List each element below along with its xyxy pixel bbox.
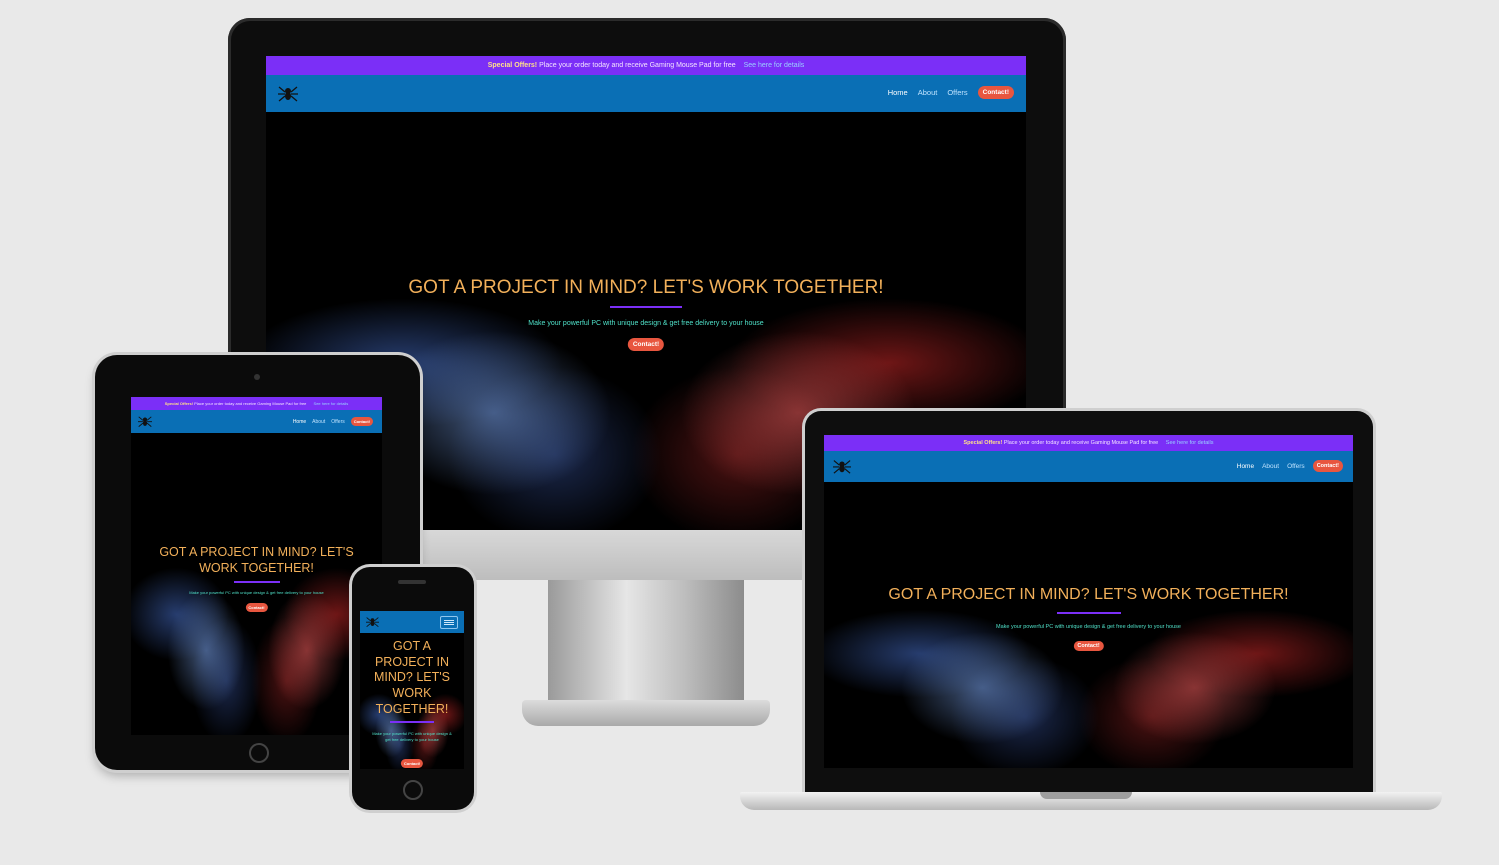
phone-speaker <box>398 580 426 584</box>
promo-bar: Special Offers! Place your order today a… <box>131 397 382 410</box>
phone-screen: GOT A PROJECT IN MIND? LET'S WORK TOGETH… <box>360 611 464 769</box>
hero-divider <box>233 581 280 583</box>
nav-contact-button[interactable]: Contact! <box>350 417 373 426</box>
hero-divider <box>1056 612 1121 614</box>
tablet-home-button <box>249 743 269 763</box>
spider-logo-icon[interactable] <box>138 414 152 428</box>
nav-contact-button[interactable]: Contact! <box>977 86 1014 99</box>
navbar <box>360 611 464 633</box>
tablet-screen: Special Offers! Place your order today a… <box>131 397 382 735</box>
tablet-camera <box>254 374 260 380</box>
hamburger-icon[interactable] <box>440 616 458 629</box>
hero-title: GOT A PROJECT IN MIND? LET'S WORK TOGETH… <box>159 545 354 575</box>
navbar: Home About Offers Contact! <box>824 451 1353 482</box>
hero-contact-button[interactable]: Contact! <box>245 603 268 612</box>
hero-divider <box>390 721 434 723</box>
spider-logo-icon[interactable] <box>833 457 851 475</box>
promo-text: Place your order today and receive Gamin… <box>194 401 307 406</box>
promo-link[interactable]: See here for details <box>314 401 349 406</box>
hero-contact-button[interactable]: Contact! <box>627 338 665 351</box>
hero-subtitle: Make your powerful PC with unique design… <box>189 590 324 595</box>
hero-title: GOT A PROJECT IN MIND? LET'S WORK TOGETH… <box>408 277 884 298</box>
nav-home[interactable]: Home <box>293 419 306 425</box>
hero-contact-button[interactable]: Contact! <box>1073 641 1104 651</box>
nav-home[interactable]: Home <box>888 88 908 97</box>
hero-contact-button[interactable]: Contact! <box>400 759 424 768</box>
nav-about[interactable]: About <box>918 88 938 97</box>
nav-about[interactable]: About <box>1262 463 1279 470</box>
hero-title: GOT A PROJECT IN MIND? LET'S WORK TOGETH… <box>373 639 450 716</box>
hero-section: GOT A PROJECT IN MIND? LET'S WORK TOGETH… <box>824 482 1353 768</box>
monitor-base <box>522 700 770 726</box>
promo-bold: Special Offers! <box>164 401 193 406</box>
hero-divider <box>610 306 682 308</box>
nav-offers[interactable]: Offers <box>947 88 967 97</box>
hero-subtitle: Make your powerful PC with unique design… <box>996 624 1181 630</box>
laptop-screen: Special Offers! Place your order today a… <box>824 435 1353 768</box>
monitor-stand <box>548 580 744 710</box>
hero-section: GOT A PROJECT IN MIND? LET'S WORK TOGETH… <box>360 633 464 769</box>
promo-link[interactable]: See here for details <box>1166 440 1214 446</box>
nav-home[interactable]: Home <box>1237 463 1254 470</box>
hero-subtitle: Make your powerful PC with unique design… <box>372 731 452 742</box>
promo-bar: Special Offers! Place your order today a… <box>266 56 1026 75</box>
nav-offers[interactable]: Offers <box>331 419 345 425</box>
promo-link[interactable]: See here for details <box>744 62 805 69</box>
promo-text: Place your order today and receive Gamin… <box>1003 440 1159 446</box>
promo-bold: Special Offers! <box>963 440 1003 446</box>
nav-contact-button[interactable]: Contact! <box>1312 460 1343 472</box>
laptop-notch <box>1040 792 1132 799</box>
hero-subtitle: Make your powerful PC with unique design… <box>528 320 764 327</box>
spider-logo-icon[interactable] <box>278 83 298 103</box>
navbar: Home About Offers Contact! <box>131 410 382 433</box>
nav-about[interactable]: About <box>312 419 325 425</box>
promo-text: Place your order today and receive Gamin… <box>539 62 736 69</box>
navbar: Home About Offers Contact! <box>266 75 1026 112</box>
spider-logo-icon[interactable] <box>366 615 379 628</box>
promo-bar: Special Offers! Place your order today a… <box>824 435 1353 451</box>
nav-offers[interactable]: Offers <box>1287 463 1305 470</box>
promo-bold: Special Offers! <box>487 62 538 69</box>
phone-home-button <box>403 780 423 800</box>
hero-section: GOT A PROJECT IN MIND? LET'S WORK TOGETH… <box>131 433 382 735</box>
hero-title: GOT A PROJECT IN MIND? LET'S WORK TOGETH… <box>888 586 1289 603</box>
